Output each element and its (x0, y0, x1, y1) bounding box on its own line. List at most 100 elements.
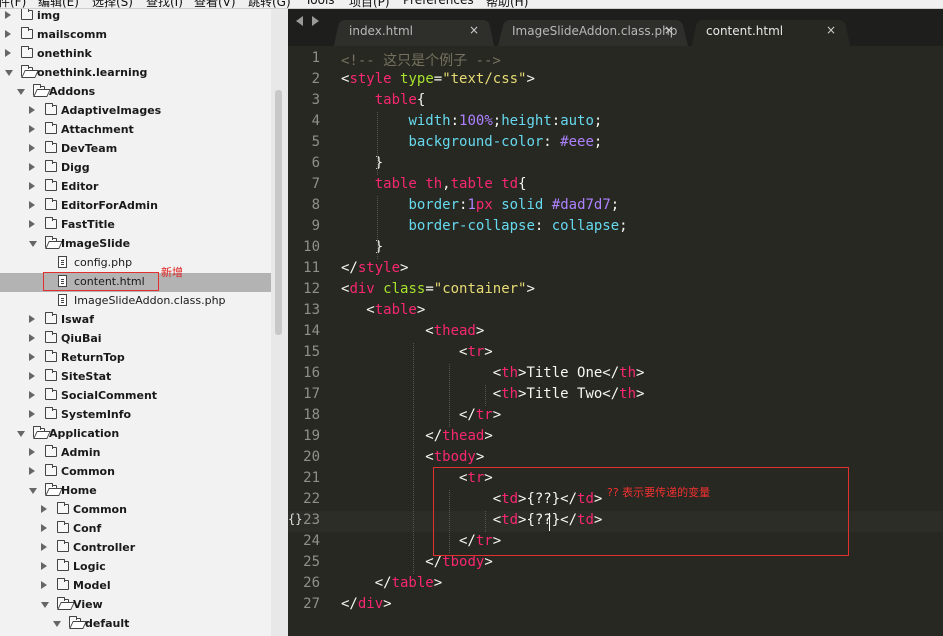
tree-folder-item[interactable]: Admin (0, 444, 271, 463)
chevron-right-icon[interactable] (29, 125, 35, 133)
chevron-right-icon[interactable] (29, 144, 35, 152)
tree-folder-item[interactable]: DevTeam (0, 140, 271, 159)
tree-folder-item[interactable]: SystemInfo (0, 406, 271, 425)
tree-folder-item[interactable]: Conf (0, 520, 271, 539)
chevron-right-icon[interactable] (29, 372, 35, 380)
chevron-right-icon[interactable] (5, 30, 11, 38)
menu-item[interactable]: 件(F) (0, 0, 26, 8)
tree-folder-item[interactable]: mailscomm (0, 26, 271, 45)
code-line[interactable]: 9 border-collapse: collapse; (288, 217, 943, 238)
chevron-right-icon[interactable] (29, 448, 35, 456)
chevron-right-icon[interactable] (41, 505, 47, 513)
code-line[interactable]: 8 border:1px solid #dad7d7; (288, 196, 943, 217)
chevron-right-icon[interactable] (41, 581, 47, 589)
tree-folder-item[interactable]: Iswaf (0, 311, 271, 330)
tab-scroll-left-icon[interactable] (296, 16, 303, 26)
tree-folder-item[interactable]: ReturnTop (0, 349, 271, 368)
chevron-right-icon[interactable] (29, 201, 35, 209)
code-line[interactable]: 25 </tbody> (288, 553, 943, 574)
code-line[interactable]: 10 } (288, 238, 943, 259)
tree-folder-item[interactable]: Common (0, 463, 271, 482)
chevron-down-icon[interactable] (17, 431, 25, 437)
tree-folder-item[interactable]: EditorForAdmin (0, 197, 271, 216)
code-line[interactable]: 27 </div> (288, 595, 943, 616)
chevron-down-icon[interactable] (17, 89, 25, 95)
chevron-down-icon[interactable] (5, 70, 13, 76)
chevron-right-icon[interactable] (29, 220, 35, 228)
chevron-right-icon[interactable] (29, 391, 35, 399)
tree-folder-item[interactable]: AdaptiveImages (0, 102, 271, 121)
chevron-down-icon[interactable] (29, 241, 37, 247)
code-line[interactable]: 16 <th>Title One</th> (288, 364, 943, 385)
tree-folder-item[interactable]: ImageSlide (0, 235, 271, 254)
tree-folder-item[interactable]: Controller (0, 539, 271, 558)
sidebar-scrollbar-thumb[interactable] (275, 90, 282, 335)
menu-item[interactable]: 选择(S) (92, 0, 133, 8)
tree-file-item[interactable]: config.php (0, 254, 271, 273)
close-icon[interactable]: × (664, 23, 674, 37)
code-line[interactable]: 15 <tr> (288, 343, 943, 364)
chevron-down-icon[interactable] (29, 488, 37, 494)
tree-folder-item[interactable]: onethink.learning (0, 64, 271, 83)
chevron-right-icon[interactable] (29, 106, 35, 114)
code-line[interactable]: 1 <!-- 这只是个例子 --> (288, 49, 943, 70)
chevron-right-icon[interactable] (29, 334, 35, 342)
menu-item[interactable]: 查看(V) (194, 0, 236, 8)
tab-scroll-right-icon[interactable] (312, 16, 319, 26)
tree-folder-item[interactable]: SiteStat (0, 368, 271, 387)
menu-item[interactable]: 跳转(G) (248, 0, 291, 8)
tab-imageslideaddon-class-php[interactable]: ImageSlideAddon.class.php × (498, 18, 688, 46)
code-line[interactable]: 14 <thead> (288, 322, 943, 343)
code-line[interactable]: 2 <style type="text/css"> (288, 70, 943, 91)
menu-item[interactable]: 帮助(H) (486, 0, 528, 8)
chevron-right-icon[interactable] (29, 410, 35, 418)
chevron-right-icon[interactable] (5, 49, 11, 57)
close-icon[interactable]: × (826, 23, 836, 37)
close-icon[interactable]: × (469, 23, 479, 37)
code-line[interactable]: 26 </table> (288, 574, 943, 595)
menu-item[interactable]: Tools (305, 0, 335, 7)
tree-folder-item[interactable]: Common (0, 501, 271, 520)
chevron-right-icon[interactable] (29, 163, 35, 171)
tree-folder-item[interactable]: img (0, 9, 271, 26)
chevron-right-icon[interactable] (29, 353, 35, 361)
tree-folder-item[interactable]: default (0, 615, 271, 634)
tree-folder-item[interactable]: View (0, 596, 271, 615)
menu-item[interactable]: 项目(P) (349, 0, 390, 8)
tree-file-item[interactable]: ImageSlideAddon.class.php (0, 292, 271, 311)
tree-folder-item[interactable]: FastTitle (0, 216, 271, 235)
code-line[interactable]: 18 </tr> (288, 406, 943, 427)
tree-folder-item[interactable]: Digg (0, 159, 271, 178)
chevron-right-icon[interactable] (41, 524, 47, 532)
tree-folder-item[interactable]: Addons (0, 83, 271, 102)
tree-folder-item[interactable]: Application (0, 425, 271, 444)
code-line[interactable]: 4 width:100%;height:auto; (288, 112, 943, 133)
tree-folder-item[interactable]: Logic (0, 558, 271, 577)
tree-folder-item[interactable]: onethink (0, 45, 271, 64)
menu-item[interactable]: Preferences (403, 0, 474, 7)
code-line[interactable]: 19 </thead> (288, 427, 943, 448)
code-line[interactable]: 17 <th>Title Two</th> (288, 385, 943, 406)
code-line[interactable]: 12 <div class="container"> (288, 280, 943, 301)
tree-folder-item[interactable]: Home (0, 482, 271, 501)
code-line[interactable]: 20 <tbody> (288, 448, 943, 469)
code-line[interactable]: 5 background-color: #eee; (288, 133, 943, 154)
chevron-right-icon[interactable] (29, 315, 35, 323)
menu-item[interactable]: 编辑(E) (38, 0, 79, 8)
tree-folder-item[interactable]: SocialComment (0, 387, 271, 406)
code-line[interactable]: 7 table th,table td{ (288, 175, 943, 196)
chevron-right-icon[interactable] (41, 543, 47, 551)
tree-folder-item[interactable]: QiuBai (0, 330, 271, 349)
tree-folder-item[interactable]: Model (0, 577, 271, 596)
code-line[interactable]: 13 <table> (288, 301, 943, 322)
chevron-right-icon[interactable] (29, 182, 35, 190)
code-line[interactable]: 6 } (288, 154, 943, 175)
tree-folder-item[interactable]: Attachment (0, 121, 271, 140)
code-line[interactable]: 3 table{ (288, 91, 943, 112)
menu-item[interactable]: 查找(I) (146, 0, 183, 8)
chevron-right-icon[interactable] (5, 11, 11, 19)
tree-folder-item[interactable]: Editor (0, 178, 271, 197)
chevron-down-icon[interactable] (41, 602, 49, 608)
chevron-right-icon[interactable] (41, 562, 47, 570)
tab-index-html[interactable]: index.html × (334, 18, 494, 46)
